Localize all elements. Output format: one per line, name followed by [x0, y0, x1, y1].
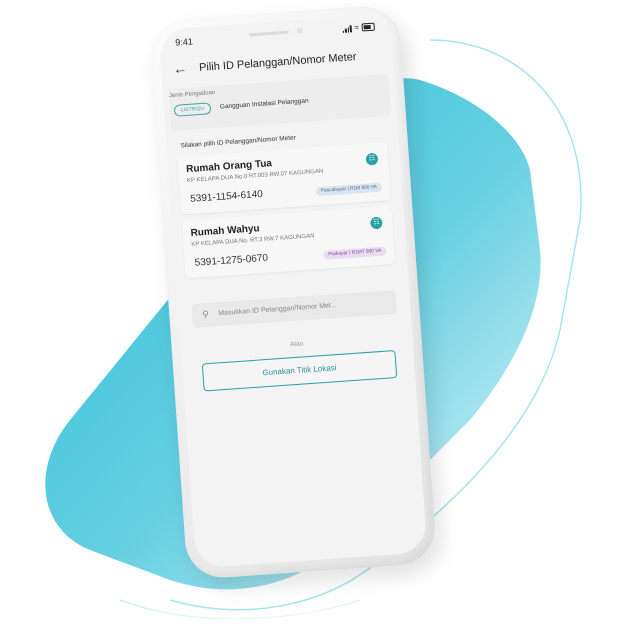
search-icon: ⚲ — [201, 308, 210, 320]
customer-card[interactable]: Rumah Wahyu KP KELAPA DUA No. RT.3 RW.7 … — [181, 205, 396, 279]
tariff-badge: Prabayar | R1MT 900 VA — [323, 246, 387, 260]
speaker-notch — [248, 30, 289, 37]
phone-body: 9:41 ≈ ← Pilih ID Pelanggan/Nomor Meter … — [148, 3, 438, 581]
phone-mockup: 9:41 ≈ ← Pilih ID Pelanggan/Nomor Meter … — [148, 3, 438, 581]
tariff-badge: Pascabayar | R1M 900 VA — [315, 182, 383, 197]
phone-screen: 9:41 ≈ ← Pilih ID Pelanggan/Nomor Meter … — [158, 13, 428, 569]
electricity-meter-icon: ☷ — [365, 152, 379, 166]
camera-dot — [296, 27, 304, 35]
customer-name: Rumah Wahyu — [190, 223, 260, 239]
stage: 9:41 ≈ ← Pilih ID Pelanggan/Nomor Meter … — [0, 0, 622, 640]
battery-icon — [361, 22, 375, 32]
signal-icon — [342, 24, 352, 33]
customer-card[interactable]: Rumah Orang Tua KP KELAPA DUA No.0 RT.00… — [177, 142, 391, 215]
use-location-label: Gunakan Titik Lokasi — [262, 363, 337, 378]
wifi-icon: ≈ — [353, 22, 360, 33]
customer-id: 5391-1154-6140 — [189, 188, 264, 205]
search-placeholder: Masukkan ID Pelanggan/Nomor Met... — [218, 301, 337, 318]
customer-id: 5391-1275-0670 — [194, 252, 269, 269]
page-title: Pilih ID Pelanggan/Nomor Meter — [198, 51, 357, 74]
use-location-button[interactable]: Gunakan Titik Lokasi — [201, 350, 398, 392]
customer-search-input[interactable]: ⚲ Masukkan ID Pelanggan/Nomor Met... — [191, 289, 397, 329]
select-prompt: Silakan pilih ID Pelanggan/Nomor Meter — [180, 134, 297, 150]
electricity-meter-icon: ☷ — [369, 216, 383, 230]
status-icons: ≈ — [342, 22, 375, 33]
arrow-left-icon[interactable]: ← — [173, 60, 188, 77]
status-time: 9:41 — [174, 36, 194, 48]
